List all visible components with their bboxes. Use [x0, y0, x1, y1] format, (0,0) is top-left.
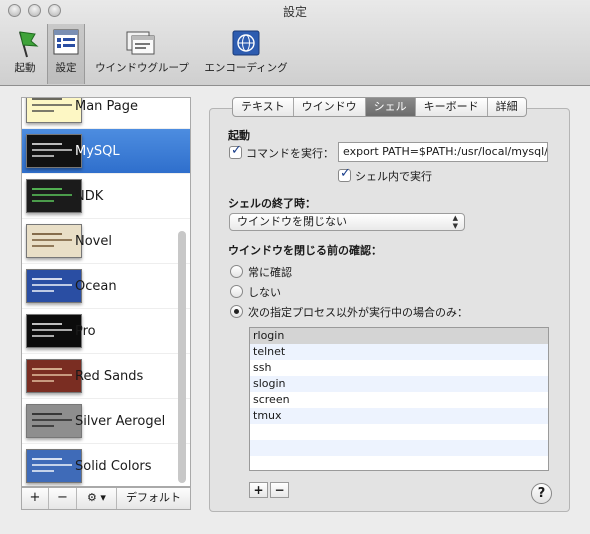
confirm-always-radio[interactable] — [230, 265, 243, 278]
profile-name: Silver Aerogel — [75, 414, 166, 429]
profile-item-red-sands[interactable]: Red Sands — [22, 354, 190, 399]
process-item[interactable]: ssh — [250, 360, 548, 376]
profile-preview — [26, 359, 82, 393]
process-item[interactable]: screen — [250, 392, 548, 408]
run-command-checkbox[interactable] — [229, 143, 242, 159]
profile-preview — [26, 269, 82, 303]
profile-name: NDK — [75, 189, 104, 204]
profile-item-silver-aerogel[interactable]: Silver Aerogel — [22, 399, 190, 444]
preferences-window: 設定 起動 設定 ウインドウグループ エンコーディング Man Page MyS… — [0, 0, 590, 534]
confirm-close-heading: ウインドウを閉じる前の確認： — [228, 244, 382, 257]
confirm-except-radio[interactable] — [230, 305, 243, 318]
tab-shell[interactable]: シェル — [365, 98, 416, 116]
updown-arrows-icon: ▲ ▼ — [452, 214, 458, 230]
command-input[interactable]: export PATH=$PATH:/usr/local/mysql/bin — [338, 142, 548, 162]
settings-window-icon — [53, 29, 79, 55]
default-profile-button[interactable]: デフォルト — [117, 488, 190, 509]
profile-item-man-page[interactable]: Man Page — [22, 98, 190, 129]
confirm-never-label: しない — [248, 286, 281, 299]
gear-menu-button[interactable]: ⚙ ▾ — [77, 488, 117, 509]
toolbar-window-groups[interactable]: ウインドウグループ — [91, 24, 193, 84]
shell-exit-popup-value: ウインドウを閉じない — [237, 215, 347, 228]
add-profile-button[interactable]: + — [22, 488, 49, 509]
toolbar-window-groups-label: ウインドウグループ — [95, 62, 189, 74]
profile-item-novel[interactable]: Novel — [22, 219, 190, 264]
profile-list-toolbar: + − ⚙ ▾ デフォルト — [21, 487, 191, 510]
process-item[interactable]: telnet — [250, 344, 548, 360]
tab-advanced[interactable]: 詳細 — [488, 98, 526, 116]
add-process-button[interactable]: + — [249, 482, 268, 498]
toolbar-settings[interactable]: 設定 — [47, 24, 85, 84]
window-title: 設定 — [282, 5, 307, 19]
toolbar-startup[interactable]: 起動 — [5, 24, 45, 84]
process-empty-row — [250, 424, 548, 440]
profile-preview — [26, 449, 82, 483]
profile-name: Novel — [75, 234, 112, 249]
window-group-icon — [126, 31, 155, 55]
run-in-shell-checkbox[interactable] — [338, 166, 351, 182]
encoding-globe-icon — [232, 30, 260, 56]
profile-preview — [26, 404, 82, 438]
remove-process-button[interactable]: − — [270, 482, 289, 498]
process-empty-row — [250, 456, 548, 470]
process-empty-row — [250, 440, 548, 456]
tab-text[interactable]: テキスト — [233, 98, 294, 116]
process-item[interactable]: rlogin — [250, 328, 548, 344]
startup-heading: 起動 — [228, 129, 250, 142]
run-command-label: コマンドを実行： — [246, 147, 334, 160]
profile-preview — [26, 314, 82, 348]
confirm-always-label: 常に確認 — [248, 266, 292, 279]
profile-name: Red Sands — [75, 369, 144, 384]
startup-flag-icon — [19, 31, 39, 58]
profile-preview — [26, 98, 82, 123]
process-item[interactable]: slogin — [250, 376, 548, 392]
shell-exit-popup[interactable]: ウインドウを閉じない ▲ ▼ — [229, 213, 465, 231]
confirm-except-label: 次の指定プロセス以外が実行中の場合のみ： — [248, 306, 468, 319]
process-item[interactable]: tmux — [250, 408, 548, 424]
help-button[interactable]: ? — [531, 483, 552, 504]
toolbar-encoding-label: エンコーディング — [204, 62, 288, 74]
profile-name: Pro — [75, 324, 96, 339]
titlebar: 設定 起動 設定 ウインドウグループ エンコーディング — [0, 0, 590, 86]
settings-tabs: テキスト ウインドウ シェル キーボード 詳細 — [232, 97, 527, 117]
toolbar-startup-label: 起動 — [14, 62, 36, 74]
tab-keyboard[interactable]: キーボード — [416, 98, 488, 116]
profile-preview — [26, 179, 82, 213]
confirm-never-radio[interactable] — [230, 285, 243, 298]
profile-list-scrollbar[interactable] — [178, 231, 186, 483]
toolbar-settings-label: 設定 — [55, 62, 77, 74]
shell-exit-heading: シェルの終了時： — [228, 197, 316, 210]
profile-list[interactable]: Man Page MySQL NDK Novel Ocean Pro Red S… — [21, 97, 191, 487]
profile-name: MySQL — [75, 144, 120, 159]
profile-item-ocean[interactable]: Ocean — [22, 264, 190, 309]
profile-name: Solid Colors — [75, 459, 152, 474]
profile-item-solid-colors[interactable]: Solid Colors — [22, 444, 190, 486]
run-in-shell-label: シェル内で実行 — [355, 170, 432, 183]
profile-preview — [26, 134, 82, 168]
remove-profile-button[interactable]: − — [49, 488, 77, 509]
profile-item-mysql[interactable]: MySQL — [22, 129, 190, 174]
profile-item-pro[interactable]: Pro — [22, 309, 190, 354]
profile-item-ndk[interactable]: NDK — [22, 174, 190, 219]
profile-name: Ocean — [75, 279, 117, 294]
process-list[interactable]: rlogin telnet ssh slogin screen tmux — [249, 327, 549, 471]
profile-name: Man Page — [75, 99, 139, 114]
toolbar-encoding[interactable]: エンコーディング — [200, 24, 292, 84]
profile-preview — [26, 224, 82, 258]
tab-window[interactable]: ウインドウ — [294, 98, 366, 116]
